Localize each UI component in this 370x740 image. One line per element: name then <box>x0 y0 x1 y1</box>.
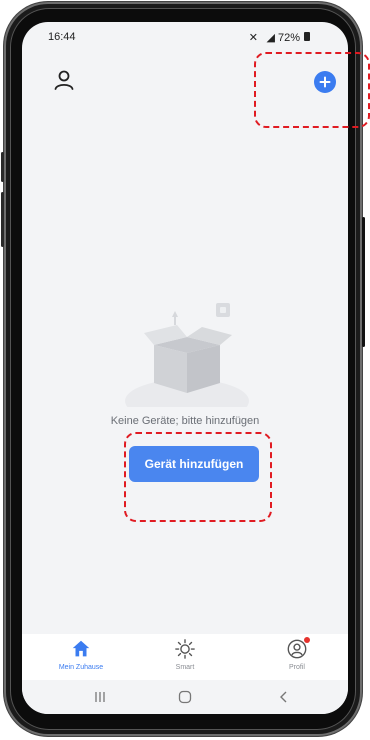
tab-label: Profil <box>289 664 305 671</box>
volume-button <box>1 152 4 182</box>
recents-icon <box>95 692 105 702</box>
tab-mein-zuhause[interactable]: Mein Zuhause <box>46 638 116 678</box>
tab-profil[interactable]: Profil <box>262 637 332 678</box>
status-time: 16:44 <box>48 31 76 43</box>
empty-state-message: Keine Geräte; bitte hinzufügen <box>110 415 260 427</box>
notification-badge <box>304 637 310 643</box>
top-bar <box>22 62 348 102</box>
tab-label: Smart <box>175 664 195 671</box>
power-button <box>1 192 4 247</box>
add-device-top-button[interactable] <box>314 71 336 93</box>
profile-icon-wrap <box>286 637 310 660</box>
recents-button[interactable] <box>80 686 120 708</box>
bottom-tab-bar: Mein Zuhause Smart Profil <box>22 634 348 680</box>
add-device-button[interactable]: Gerät hinzufügen <box>129 446 259 482</box>
tab-smart[interactable]: Smart <box>150 638 220 678</box>
system-nav-bar <box>22 680 348 714</box>
open-box-icon <box>122 297 252 423</box>
status-indicators: ✕ ◢ 72% <box>248 32 300 44</box>
back-button[interactable] <box>264 686 304 708</box>
back-icon <box>280 691 287 703</box>
plus-circle-icon <box>319 76 331 88</box>
home-nav-button[interactable] <box>165 686 205 708</box>
bixby-button <box>362 217 365 347</box>
user-icon[interactable] <box>52 68 76 92</box>
home-nav-icon <box>178 690 192 704</box>
home-icon <box>72 640 90 657</box>
battery-icon <box>304 32 310 41</box>
sun-icon <box>175 639 195 659</box>
tab-label: Mein Zuhause <box>58 664 104 671</box>
app-screen: 16:44 ✕ ◢ 72% Keine Geräte; bitte hinzuf… <box>22 22 348 714</box>
status-bar: 16:44 ✕ ◢ 72% <box>22 22 348 48</box>
